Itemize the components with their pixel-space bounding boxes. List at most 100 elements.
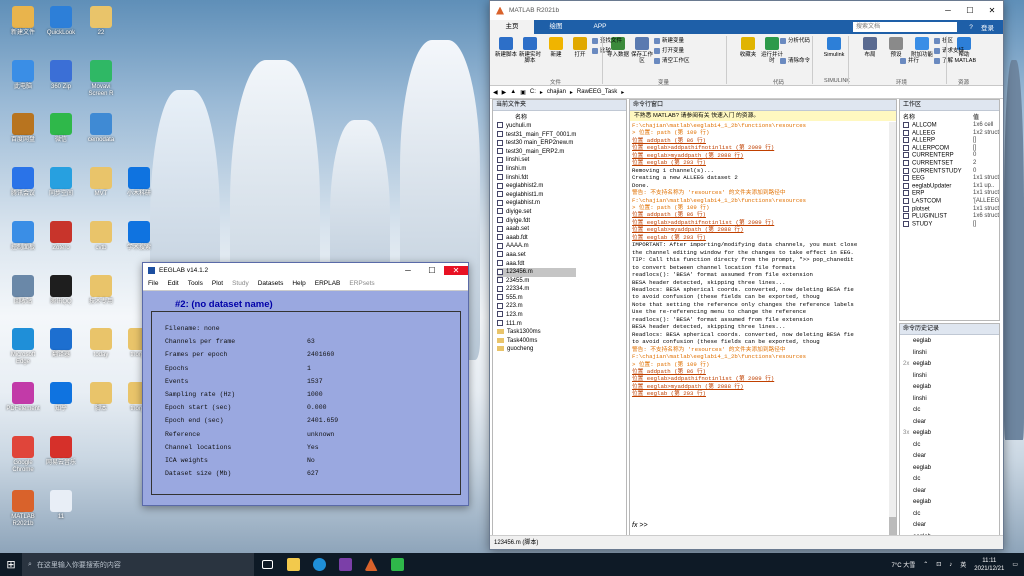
- desktop-icon[interactable]: MVT: [84, 167, 118, 198]
- history-item[interactable]: clc: [903, 509, 931, 521]
- desktop-icon[interactable]: 腾讯会议: [6, 167, 40, 198]
- file-item[interactable]: linshi.m: [497, 165, 576, 174]
- minimize-icon[interactable]: ─: [396, 266, 420, 275]
- desktop-icon[interactable]: cvtb: [84, 221, 118, 252]
- workspace-variable[interactable]: PLUGINLIST 1x6 struct: [903, 213, 999, 221]
- help-icon[interactable]: ?: [961, 24, 981, 31]
- ribbon-small-button[interactable]: 清空工作区: [654, 57, 690, 66]
- desktop-icon[interactable]: 知乎: [44, 382, 78, 413]
- input-language[interactable]: 英: [960, 560, 966, 569]
- getting-started-notice[interactable]: 不熟悉 MATLAB? 请参阅有关 快速入门 的资源。: [630, 111, 896, 121]
- history-item[interactable]: clear: [903, 451, 931, 463]
- tab-plots[interactable]: 绘图: [534, 20, 578, 34]
- ribbon-small-button[interactable]: 打开变量: [654, 47, 684, 56]
- command-scrollbar[interactable]: [889, 122, 896, 536]
- tray-arrow-icon[interactable]: ⌃: [923, 561, 928, 568]
- file-item[interactable]: test30 main_ERP2new.m: [497, 139, 576, 148]
- network-icon[interactable]: ⊡: [936, 561, 941, 568]
- desktop-icon[interactable]: 网易云音乐: [44, 436, 78, 467]
- desktop-icon[interactable]: 小木科研: [122, 167, 156, 198]
- file-item[interactable]: diyige.set: [497, 208, 576, 217]
- history-item[interactable]: linshi: [903, 371, 931, 383]
- desktop-icon[interactable]: Microsoft Edge: [6, 328, 40, 366]
- tab-apps[interactable]: APP: [578, 20, 622, 34]
- desktop-icon[interactable]: 微信: [44, 113, 78, 144]
- notification-icon[interactable]: ▭: [1012, 561, 1018, 568]
- ribbon-button[interactable]: 预设: [884, 37, 908, 58]
- name-column-header[interactable]: 名称: [515, 112, 527, 121]
- command-window[interactable]: 命令行窗口 不熟悉 MATLAB? 请参阅有关 快速入门 的资源。 F:\cha…: [629, 99, 897, 537]
- file-item[interactable]: yuchuli.m: [497, 122, 576, 131]
- ribbon-small-button[interactable]: 分析代码: [780, 37, 810, 46]
- volume-icon[interactable]: ♪: [949, 562, 952, 568]
- desktop-icon[interactable]: 22: [84, 6, 118, 37]
- menu-erplab[interactable]: ERPLAB: [315, 280, 341, 287]
- forward-icon[interactable]: ▶: [502, 89, 507, 96]
- workspace-variable[interactable]: ALLEEG 1x2 struct: [903, 129, 999, 138]
- file-item[interactable]: 123.m: [497, 311, 576, 320]
- command-prompt[interactable]: fx >>: [632, 522, 648, 529]
- clock[interactable]: 11:11 2021/12/21: [974, 557, 1004, 573]
- ribbon-button[interactable]: 收藏夹: [736, 37, 760, 58]
- menu-study[interactable]: Study: [232, 280, 249, 287]
- maximize-icon[interactable]: ☐: [420, 266, 444, 275]
- workspace-variable[interactable]: plotset 1x1 struct: [903, 205, 999, 214]
- file-item[interactable]: linshi.fdt: [497, 173, 576, 183]
- history-item[interactable]: 3x eeglab: [903, 428, 931, 440]
- file-item[interactable]: 111.m: [497, 320, 576, 329]
- file-item[interactable]: aaa.fdt: [497, 259, 576, 269]
- ws-value-header[interactable]: 值: [973, 112, 979, 121]
- tab-home[interactable]: 主页: [490, 20, 534, 34]
- file-item[interactable]: test31_main_FFT_0001.m: [497, 131, 576, 140]
- ribbon-small-button[interactable]: 清除命令: [780, 57, 810, 66]
- desktop-icon[interactable]: today: [84, 328, 118, 359]
- ribbon-small-button[interactable]: 请求支持: [934, 47, 964, 56]
- menu-datasets[interactable]: Datasets: [258, 280, 284, 287]
- file-item[interactable]: diyige.fdt: [497, 216, 576, 226]
- desktop-icon[interactable]: 360 Zip: [44, 60, 78, 91]
- history-item[interactable]: clc: [903, 440, 931, 452]
- doc-search-input[interactable]: 搜索文档: [853, 22, 957, 32]
- desktop-icon[interactable]: 百度网盘: [6, 113, 40, 144]
- menu-edit[interactable]: Edit: [167, 280, 178, 287]
- desktop-icon[interactable]: Zotero: [44, 221, 78, 252]
- menu-tools[interactable]: Tools: [188, 280, 203, 287]
- workspace-variable[interactable]: EEG 1x1 struct: [903, 175, 999, 183]
- close-icon[interactable]: ✕: [981, 6, 1003, 15]
- file-item[interactable]: Task1300ms: [497, 328, 576, 337]
- desktop-icon[interactable]: 脚本: [84, 382, 118, 413]
- ribbon-small-button[interactable]: 社区: [934, 37, 953, 46]
- file-explorer-icon[interactable]: [280, 553, 306, 576]
- history-item[interactable]: clear: [903, 520, 931, 532]
- history-item[interactable]: eeglab: [903, 463, 931, 475]
- file-item[interactable]: guocheng: [497, 345, 576, 354]
- history-item[interactable]: 2x eeglab: [903, 359, 931, 371]
- history-item[interactable]: clear: [903, 417, 931, 429]
- login-button[interactable]: 登录: [981, 22, 1003, 32]
- history-item[interactable]: eeglab: [903, 382, 931, 394]
- file-item[interactable]: Task400ms: [497, 337, 576, 346]
- back-icon[interactable]: ◀: [493, 89, 498, 96]
- workspace-variable[interactable]: STUDY []: [903, 220, 976, 229]
- ribbon-button[interactable]: 新建脚本: [494, 37, 518, 58]
- menu-erpsets[interactable]: ERPsets: [349, 280, 374, 287]
- onenote-icon[interactable]: [332, 553, 358, 576]
- desktop-icon[interactable]: 学术搜索: [122, 221, 156, 252]
- desktop-icon[interactable]: cemodata: [84, 113, 118, 144]
- ribbon-button[interactable]: 附加功能: [910, 37, 934, 58]
- desktop-icon[interactable]: 回收站: [6, 275, 40, 306]
- desktop-icon[interactable]: 新建文件: [6, 6, 40, 37]
- edge-icon[interactable]: [306, 553, 332, 576]
- ribbon-small-button[interactable]: 并行: [900, 57, 919, 66]
- workspace-variable[interactable]: CURRENTSET 2: [903, 159, 976, 168]
- browse-icon[interactable]: ▣: [520, 89, 526, 96]
- ribbon-button[interactable]: 保存工作区: [630, 37, 654, 64]
- desktop-icon[interactable]: 控制面板: [6, 221, 40, 252]
- ribbon-small-button[interactable]: 查找文件: [592, 37, 622, 46]
- workspace-variable[interactable]: ALLERP []: [903, 137, 976, 145]
- workspace-variable[interactable]: eeglabUpdater 1x1 up..: [903, 182, 994, 191]
- file-item[interactable]: 223.m: [497, 302, 576, 311]
- history-item[interactable]: linshi: [903, 394, 931, 406]
- path-segment[interactable]: C:: [530, 89, 536, 95]
- matlab-taskbar-icon[interactable]: [358, 553, 384, 576]
